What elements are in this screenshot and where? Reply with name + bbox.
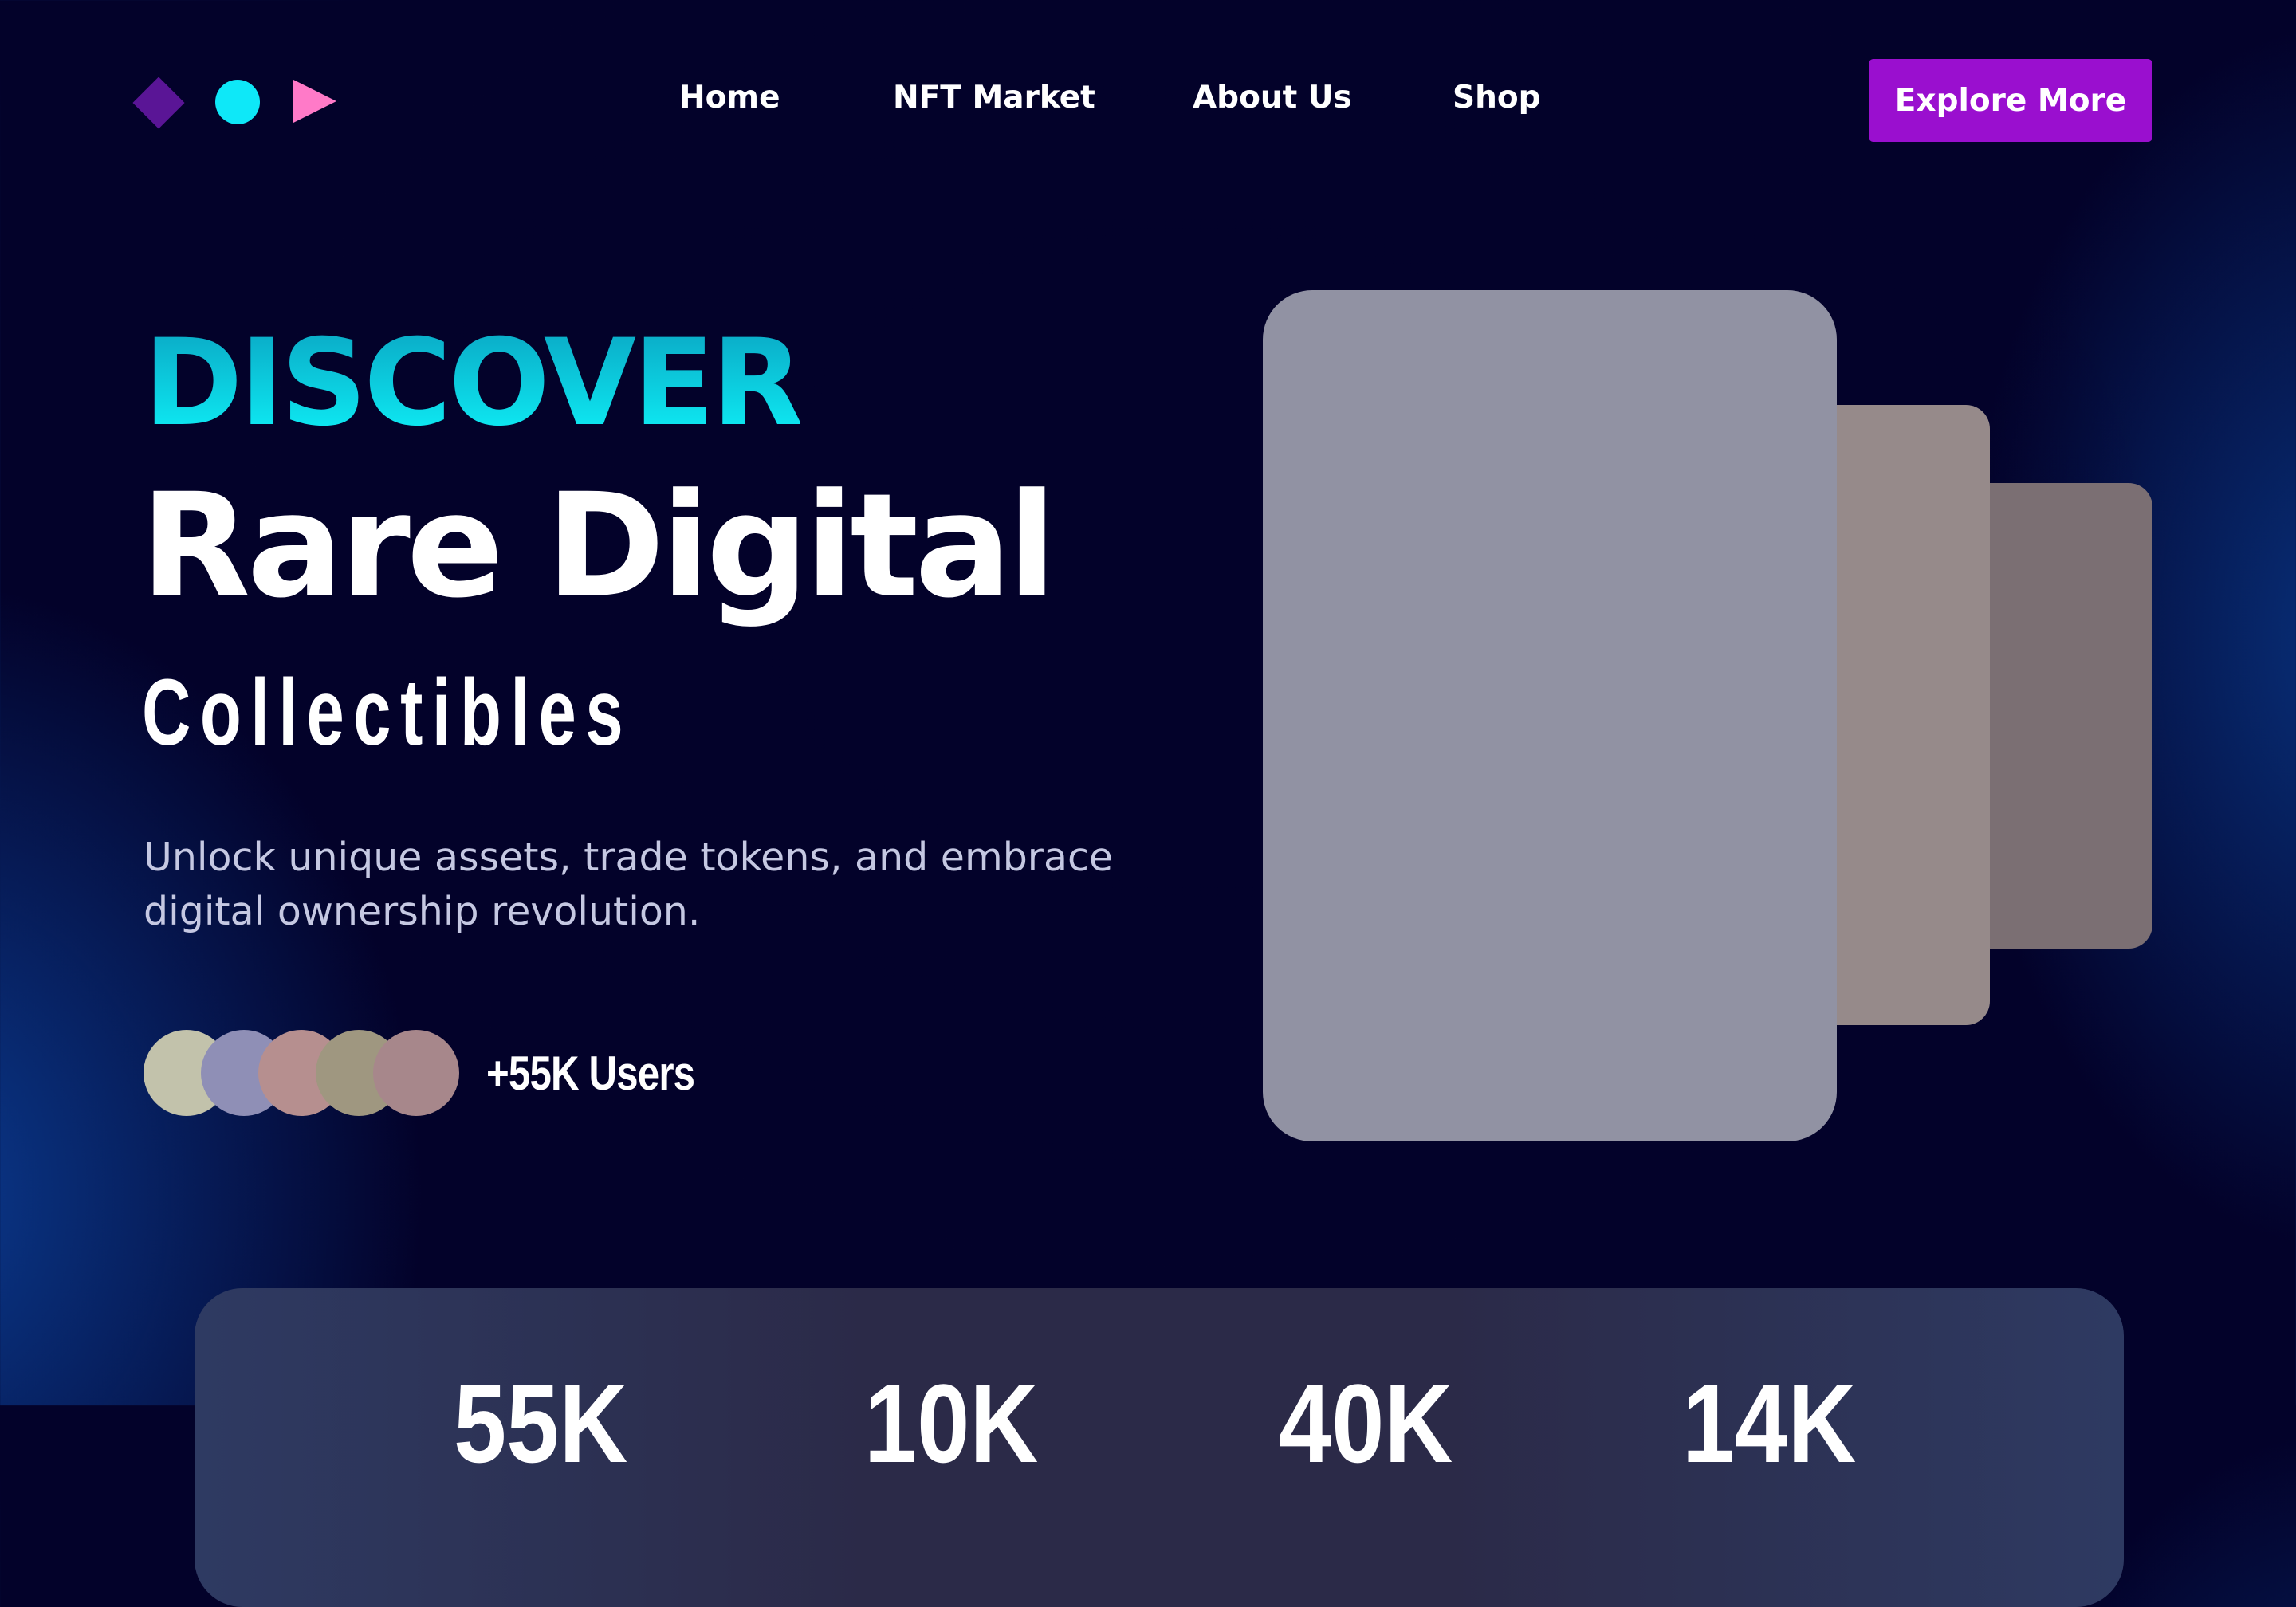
explore-more-button[interactable]: Explore More [1869, 59, 2152, 142]
nav-nft-market[interactable]: NFT Market [893, 80, 1095, 116]
hero-description: Unlock unique assets, trade tokens, and … [144, 835, 1114, 934]
stat-value: 14K [1682, 1361, 1857, 1486]
avatar [373, 1030, 459, 1116]
nav-about-us[interactable]: About Us [1193, 80, 1352, 116]
stat-value: 55K [454, 1361, 628, 1486]
hero-eyebrow: DISCOVER [144, 314, 804, 453]
nft-card-front[interactable] [1263, 290, 1837, 1141]
stats-panel: 55K 10K 40K 14K [195, 1288, 2124, 1607]
nav-shop[interactable]: Shop [1453, 80, 1541, 116]
stat-value: 40K [1279, 1361, 1453, 1486]
hero-subtitle: Collectibles [142, 660, 633, 765]
stat-value: 10K [864, 1361, 1039, 1486]
avatar-stack [144, 1030, 478, 1118]
hero-title: Rare Digital [140, 463, 1056, 630]
users-count: +55K Users [486, 1047, 695, 1100]
nav-home[interactable]: Home [679, 80, 780, 116]
